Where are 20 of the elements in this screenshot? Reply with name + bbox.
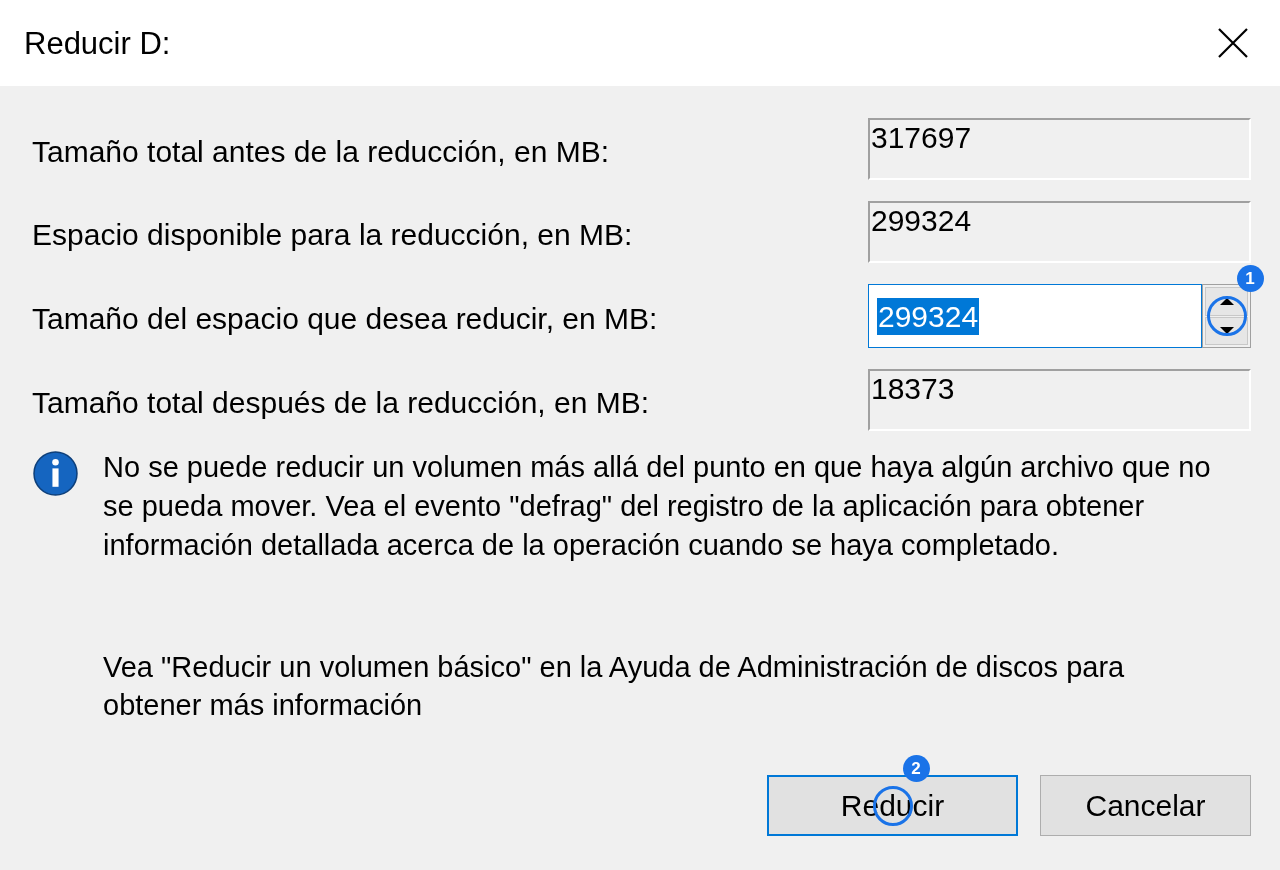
field-label: Tamaño total después de la reducción, en MB: bbox=[32, 385, 651, 420]
readonly-value-field: 18373 bbox=[868, 369, 1251, 431]
close-icon bbox=[1218, 28, 1248, 58]
window-title: Reducir D: bbox=[24, 27, 171, 59]
info-message: No se puede reducir un volumen más allá del punto en que haya algún archivo que no se pueda mover. Vea el evento "defrag" del registro de la aplicación para obtener información detallada acerca de la operación cuando se haya completado. bbox=[103, 450, 1212, 563]
dialog-button[interactable]: Cancelar bbox=[1040, 775, 1251, 836]
field-label: Tamaño del espacio que desea reducir, en MB: bbox=[32, 301, 659, 336]
readonly-value-field: 299324 bbox=[868, 201, 1251, 263]
step-number-marker: 2 bbox=[902, 755, 930, 782]
caret-up-icon bbox=[1219, 297, 1234, 305]
caret-down-icon bbox=[1219, 327, 1234, 335]
help-text: Vea "Reducir un volumen básico" en la Ayuda de Administración de discos para obtener más información bbox=[103, 650, 1126, 723]
step-number-marker: 1 bbox=[1236, 265, 1264, 292]
number-input-field[interactable]: 299324 bbox=[868, 284, 1202, 348]
info-icon bbox=[33, 451, 78, 496]
input-value-text: 299324 bbox=[877, 297, 980, 335]
highlight-ring-icon bbox=[1206, 296, 1247, 336]
field-label: Tamaño total antes de la reducción, en MB: bbox=[32, 134, 610, 169]
readonly-value-field: 317697 bbox=[868, 118, 1251, 180]
field-label: Espacio disponible para la reducción, en MB: bbox=[32, 217, 634, 252]
